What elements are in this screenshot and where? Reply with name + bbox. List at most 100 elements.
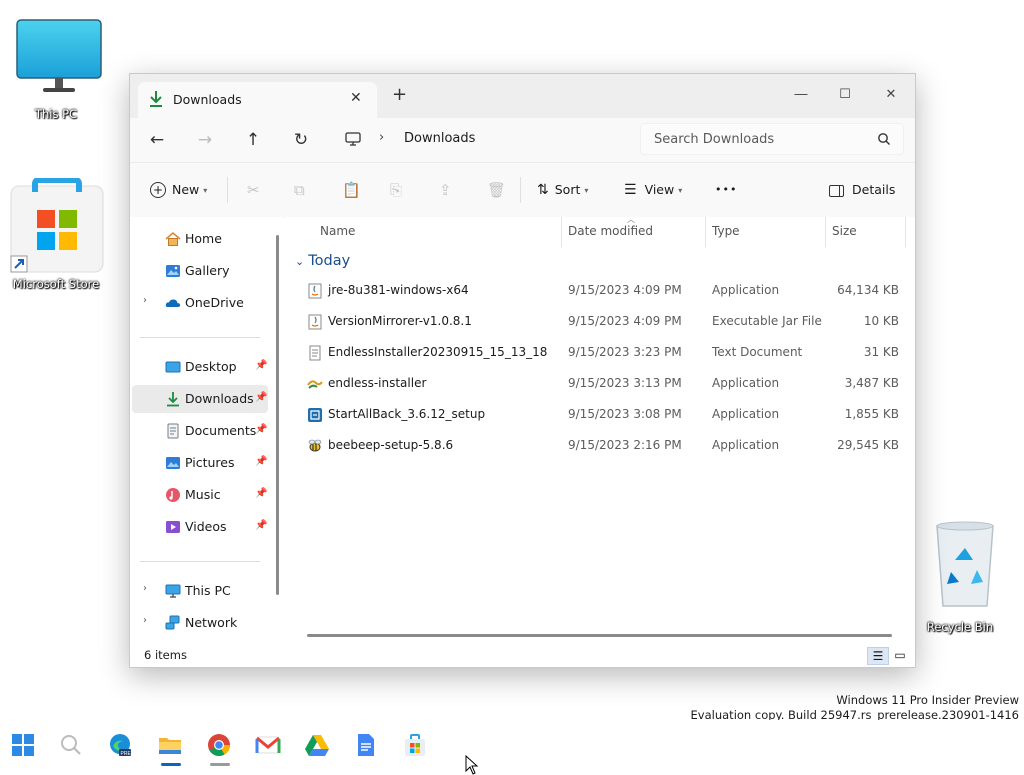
column-divider[interactable] [705, 217, 706, 247]
sidebar-item-gallery[interactable]: Gallery [132, 257, 268, 285]
chevron-right-icon[interactable]: › [143, 295, 147, 306]
search-icon[interactable] [58, 732, 86, 760]
file-row[interactable]: jre-8u381-windows-x64 9/15/2023 4:09 PM … [285, 275, 915, 306]
new-tab-button[interactable]: + [392, 86, 407, 104]
sidebar-scrollbar[interactable] [276, 235, 279, 595]
search-input[interactable]: Search Downloads [654, 132, 774, 147]
pin-icon[interactable]: 📌 [255, 392, 267, 403]
chevron-down-icon: ⌄ [295, 255, 305, 268]
cut-button[interactable]: ✂ [247, 175, 260, 205]
column-divider[interactable] [905, 217, 906, 247]
file-name: beebeep-setup-5.8.6 [328, 438, 454, 452]
sidebar-item-videos[interactable]: Videos 📌 [132, 513, 268, 541]
column-header-name[interactable]: Name [320, 224, 355, 238]
start-icon[interactable] [10, 732, 38, 760]
tiles-view-button[interactable]: ▭ [890, 647, 910, 663]
store-icon[interactable] [402, 732, 430, 760]
pin-icon[interactable]: 📌 [255, 488, 267, 499]
sidebar-item-network[interactable]: › Network [132, 609, 268, 637]
sidebar-item-pictures[interactable]: Pictures 📌 [132, 449, 268, 477]
file-row[interactable]: VersionMirrorer-v1.0.8.1 9/15/2023 4:09 … [285, 306, 915, 337]
bee-icon [307, 438, 323, 454]
build-watermark: Windows 11 Pro Insider Preview Evaluatio… [691, 693, 1019, 723]
delete-button[interactable]: 🗑 [487, 175, 506, 205]
pin-icon[interactable]: 📌 [255, 520, 267, 531]
desktop-icon [165, 359, 181, 375]
pin-icon[interactable]: 📌 [255, 360, 267, 371]
address-bar[interactable]: › Downloads [333, 124, 628, 154]
sidebar-item-desktop[interactable]: Desktop 📌 [132, 353, 268, 381]
network-icon [165, 615, 181, 631]
view-button[interactable]: ☰ View ▾ [624, 175, 682, 205]
jar-icon [307, 314, 323, 330]
details-view-button[interactable]: ☰ [867, 647, 889, 665]
group-header-today[interactable]: ⌄ Today [295, 253, 350, 269]
new-button[interactable]: + New ▾ [150, 175, 207, 205]
desktop-icon-this-pc[interactable]: This PC [6, 18, 106, 128]
docs-icon[interactable] [353, 732, 381, 760]
breadcrumb-chevron-icon[interactable]: › [379, 130, 384, 145]
sidebar-item-music[interactable]: Music 📌 [132, 481, 268, 509]
horizontal-scrollbar[interactable] [307, 634, 892, 637]
search-icon[interactable] [877, 132, 891, 146]
view-icon: ☰ [624, 182, 637, 198]
search-box[interactable]: Search Downloads [640, 123, 904, 155]
desktop-icon-recycle-bin[interactable]: Recycle Bin [910, 520, 1010, 640]
pin-icon[interactable]: 📌 [255, 424, 267, 435]
copy-button[interactable]: ⧉ [294, 175, 305, 205]
desktop-icon-microsoft-store[interactable]: Microsoft Store [6, 177, 106, 298]
column-divider[interactable] [825, 217, 826, 247]
sidebar-item-this-pc[interactable]: › This PC [132, 577, 268, 605]
column-header-type[interactable]: Type [712, 224, 740, 238]
chrome-icon[interactable] [206, 732, 234, 766]
column-divider[interactable] [561, 217, 562, 247]
gmail-icon[interactable] [255, 732, 283, 760]
file-row[interactable]: StartAllBack_3.6.12_setup 9/15/2023 3:08… [285, 399, 915, 430]
sidebar-item-documents[interactable]: Documents 📌 [132, 417, 268, 445]
minimize-button[interactable]: ― [778, 80, 824, 110]
file-date: 9/15/2023 4:09 PM [568, 283, 682, 297]
pin-icon[interactable]: 📌 [255, 456, 267, 467]
back-button[interactable]: ← [143, 128, 171, 152]
details-button[interactable]: Details [829, 175, 895, 205]
edge-icon[interactable]: PRE [107, 732, 135, 760]
column-header-size[interactable]: Size [832, 224, 857, 238]
chevron-right-icon[interactable]: › [143, 615, 147, 626]
plus-circle-icon: + [150, 182, 166, 198]
file-explorer-icon[interactable] [157, 732, 185, 766]
more-options-button[interactable]: ••• [715, 175, 737, 205]
file-row[interactable]: endless-installer 9/15/2023 3:13 PM Appl… [285, 368, 915, 399]
file-row[interactable]: EndlessInstaller20230915_15_13_18 9/15/2… [285, 337, 915, 368]
maximize-button[interactable]: ☐ [822, 80, 868, 110]
refresh-button[interactable]: ↻ [287, 128, 315, 152]
tab-downloads[interactable]: Downloads ✕ [138, 82, 377, 118]
download-arrow-icon [165, 391, 181, 407]
drive-icon[interactable] [304, 732, 332, 760]
file-row[interactable]: beebeep-setup-5.8.6 9/15/2023 2:16 PM Ap… [285, 430, 915, 461]
store-icon [10, 177, 104, 273]
file-date: 9/15/2023 3:23 PM [568, 345, 682, 359]
sidebar-item-home[interactable]: Home [132, 225, 268, 253]
up-button[interactable]: ↑ [239, 128, 267, 152]
sidebar-item-label: Documents [185, 423, 257, 438]
column-header-date[interactable]: Date modified [568, 224, 653, 238]
forward-button[interactable]: → [191, 128, 219, 152]
share-button[interactable]: ⇪ [439, 175, 452, 205]
paste-button[interactable]: 📋 [342, 175, 361, 205]
sort-icon: ⇅ [537, 182, 549, 198]
file-size: 3,487 KB [844, 376, 899, 390]
file-name: VersionMirrorer-v1.0.8.1 [328, 314, 472, 328]
rename-button[interactable]: ⎘ [390, 175, 402, 205]
close-tab-icon[interactable]: ✕ [350, 90, 362, 106]
sidebar-item-onedrive[interactable]: › OneDrive [132, 289, 268, 317]
sort-button[interactable]: ⇅ Sort ▾ [537, 175, 588, 205]
close-window-button[interactable]: ✕ [868, 80, 914, 110]
breadcrumb-downloads[interactable]: Downloads [404, 131, 475, 146]
navigation-bar: ← → ↑ ↻ › Downloads Search Downloads [130, 118, 915, 162]
chevron-right-icon[interactable]: › [143, 583, 147, 594]
sidebar-item-label: Pictures [185, 455, 235, 470]
sidebar-item-downloads[interactable]: Downloads 📌 [132, 385, 268, 413]
sidebar-separator [140, 561, 260, 562]
view-label: View [644, 182, 675, 197]
toolbar-separator [227, 177, 228, 203]
